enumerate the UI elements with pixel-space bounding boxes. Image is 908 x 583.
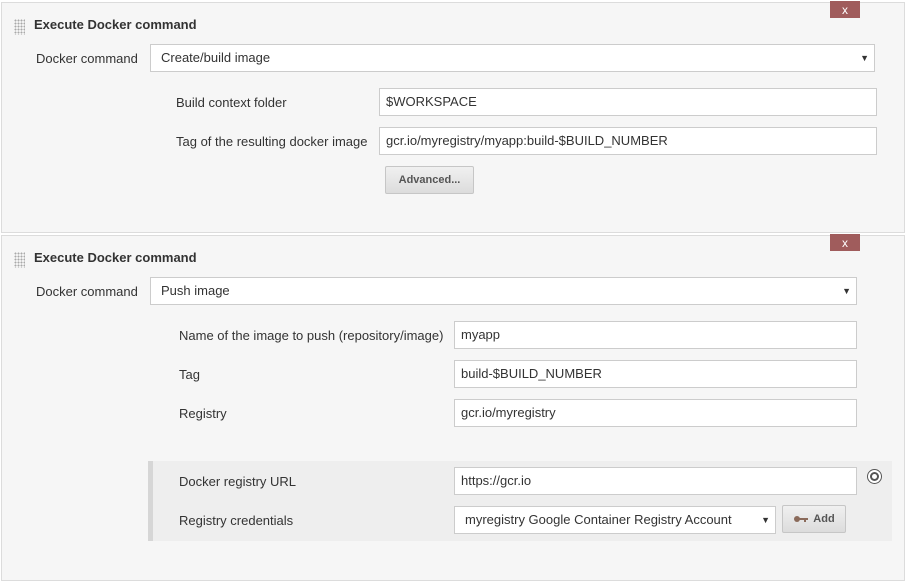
- image-name-label: Name of the image to push (repository/im…: [179, 328, 444, 343]
- help-icon[interactable]: [867, 469, 882, 484]
- tag-label: Tag: [179, 367, 200, 382]
- docker-command-label: Docker command: [36, 51, 138, 66]
- registry-url-input[interactable]: https://gcr.io: [454, 467, 857, 495]
- key-icon: [794, 516, 809, 523]
- build-step-push-image: Execute Docker command x Docker command …: [1, 234, 905, 581]
- chevron-down-icon: ▼: [860, 53, 869, 63]
- docker-command-label: Docker command: [36, 284, 138, 299]
- registry-label: Registry: [179, 406, 227, 421]
- docker-command-value: Push image: [161, 283, 230, 298]
- image-tag-label: Tag of the resulting docker image: [176, 134, 368, 149]
- add-credentials-button[interactable]: Add: [782, 505, 846, 533]
- registry-credentials-value: myregistry Google Container Registry Acc…: [465, 512, 732, 527]
- drag-handle-icon[interactable]: [14, 252, 25, 268]
- registry-credentials-label: Registry credentials: [179, 513, 294, 528]
- advanced-button[interactable]: Advanced...: [385, 166, 474, 194]
- registry-credentials-select[interactable]: myregistry Google Container Registry Acc…: [454, 506, 776, 534]
- registry-input[interactable]: gcr.io/myregistry: [454, 399, 857, 427]
- section-title: Execute Docker command: [34, 250, 197, 265]
- image-name-input[interactable]: myapp: [454, 321, 857, 349]
- tag-input[interactable]: build-$BUILD_NUMBER: [454, 360, 857, 388]
- delete-step-button[interactable]: x: [830, 234, 860, 251]
- chevron-down-icon: ▼: [842, 286, 851, 296]
- delete-step-button[interactable]: x: [830, 1, 860, 18]
- build-context-input[interactable]: $WORKSPACE: [379, 88, 877, 116]
- add-label: Add: [813, 513, 835, 525]
- chevron-down-icon: ▼: [761, 515, 770, 525]
- image-tag-input[interactable]: gcr.io/myregistry/myapp:build-$BUILD_NUM…: [379, 127, 877, 155]
- build-step-create-image: Execute Docker command x Docker command …: [1, 1, 905, 233]
- docker-command-select[interactable]: Push image ▼: [150, 277, 857, 305]
- build-context-label: Build context folder: [176, 95, 287, 110]
- docker-command-select[interactable]: Create/build image ▼: [150, 44, 875, 72]
- docker-command-value: Create/build image: [161, 50, 271, 65]
- drag-handle-icon[interactable]: [14, 19, 25, 35]
- section-title: Execute Docker command: [34, 17, 197, 32]
- registry-url-label: Docker registry URL: [179, 474, 297, 489]
